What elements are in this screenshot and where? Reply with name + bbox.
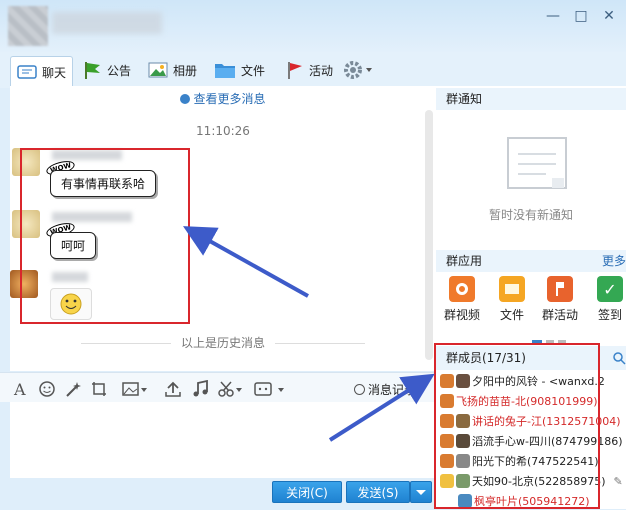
annotation-arrows <box>183 226 435 442</box>
arrow-to-members <box>328 373 435 442</box>
arrow-to-messages <box>183 226 309 298</box>
